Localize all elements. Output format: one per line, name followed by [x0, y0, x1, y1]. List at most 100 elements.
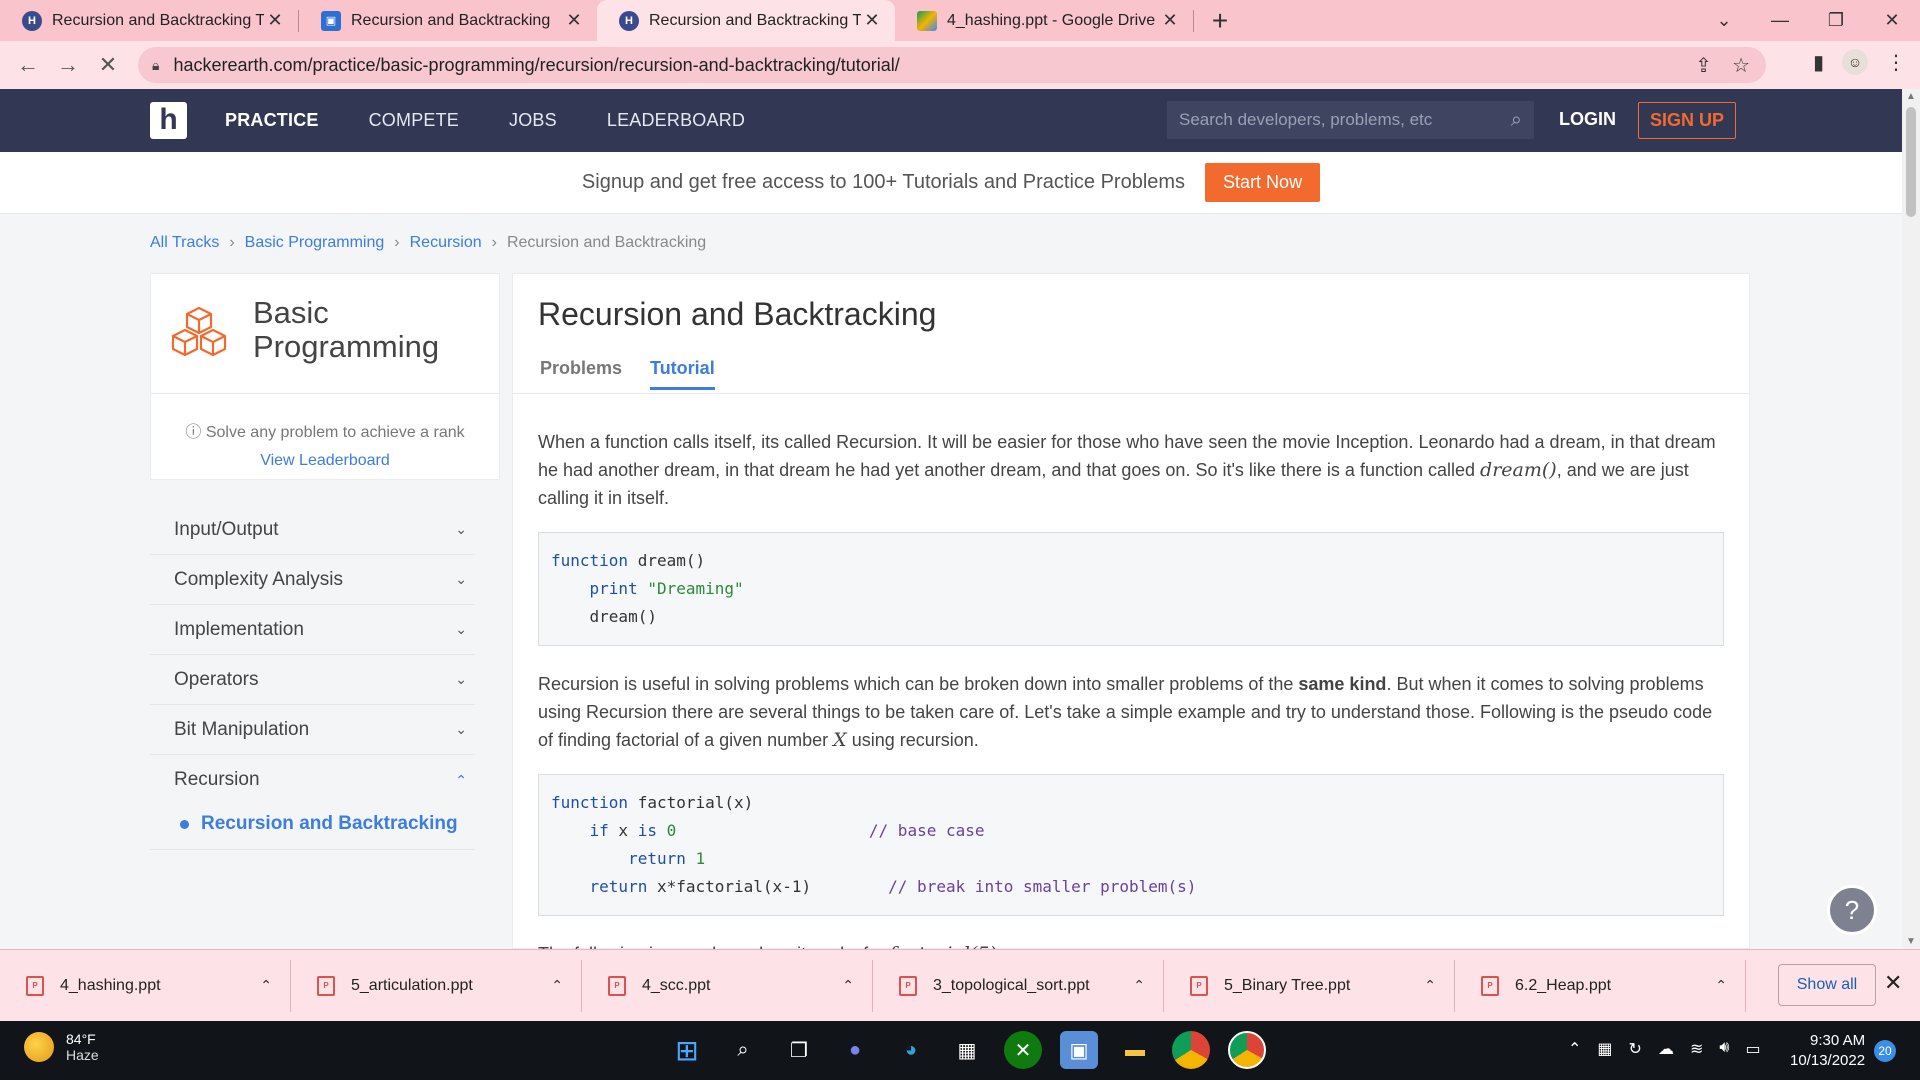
chevron-up-icon[interactable]: ⌃ — [1424, 977, 1436, 994]
login-button[interactable]: LOGIN — [1559, 109, 1616, 130]
chevron-up-icon[interactable]: ⌃ — [260, 977, 272, 994]
browser-tab-2[interactable]: ▣ Recursion and Backtracking ✕ — [299, 0, 597, 41]
topic-bit-manipulation[interactable]: Bit Manipulation ⌄ — [150, 705, 475, 755]
chevron-up-icon[interactable]: ⌃ — [842, 977, 854, 994]
download-item[interactable]: P 5_Binary Tree.ppt ⌃ — [1164, 959, 1455, 1012]
download-item[interactable]: P 3_topological_sort.ppt ⌃ — [873, 959, 1164, 1012]
show-all-downloads-button[interactable]: Show all — [1778, 964, 1876, 1006]
hackerearth-logo[interactable]: h — [150, 102, 187, 139]
google-drive-icon — [917, 10, 937, 31]
view-leaderboard-link[interactable]: View Leaderboard — [151, 452, 499, 470]
breadcrumb-recursion[interactable]: Recursion — [410, 234, 482, 252]
url-field[interactable]: 🔒︎ hackerearth.com/practice/basic-progra… — [138, 47, 1766, 83]
chrome-profile-icon[interactable] — [1228, 1031, 1266, 1069]
code-number: 0 — [666, 821, 677, 840]
side-panel-icon[interactable]: ▮ — [1813, 50, 1824, 75]
notification-badge[interactable]: 20 — [1874, 1040, 1896, 1062]
download-item[interactable]: P 6.2_Heap.ppt ⌃ — [1455, 959, 1746, 1012]
weather-widget[interactable]: 84°F Haze — [24, 1031, 99, 1063]
browser-tab-3-active[interactable]: H Recursion and Backtracking Tuto ✕ — [597, 0, 895, 41]
tab-search-chevron-icon[interactable]: ⌄ — [1696, 10, 1752, 31]
close-tab-icon[interactable]: ✕ — [264, 10, 286, 31]
search-icon[interactable]: ⌕ — [1511, 109, 1522, 132]
tab-title: Recursion and Backtracking Tuto — [649, 11, 861, 29]
windows-start-icon[interactable]: ⊞ — [668, 1031, 706, 1069]
minimize-icon[interactable]: — — [1752, 10, 1808, 31]
code-keyword: return — [589, 877, 648, 896]
weather-condition: Haze — [66, 1047, 99, 1063]
rank-hint: ⓘ Solve any problem to achieve a rank — [151, 418, 499, 442]
nav-jobs[interactable]: JOBS — [509, 110, 557, 131]
topic-label: Recursion — [174, 769, 260, 790]
chevron-up-icon[interactable]: ⌃ — [1133, 977, 1145, 994]
ppt-file-icon: P — [608, 975, 626, 996]
show-hidden-icons-icon[interactable]: ⌃ — [1568, 1039, 1581, 1059]
wifi-icon[interactable]: ≋ — [1690, 1039, 1703, 1059]
chat-icon[interactable]: ● — [836, 1031, 874, 1069]
close-tab-icon[interactable]: ✕ — [1159, 10, 1181, 31]
topic-operators[interactable]: Operators ⌄ — [150, 655, 475, 705]
close-tab-icon[interactable]: ✕ — [861, 10, 883, 31]
code-text: x — [608, 821, 638, 840]
volume-icon[interactable]: 🔊︎ — [1719, 1039, 1729, 1059]
topic-implementation[interactable]: Implementation ⌄ — [150, 605, 475, 655]
download-item[interactable]: P 4_hashing.ppt ⌃ — [0, 959, 291, 1012]
bookmark-star-icon[interactable]: ☆ — [1732, 53, 1750, 78]
xbox-icon[interactable]: ✕ — [1004, 1031, 1042, 1069]
download-item[interactable]: P 4_scc.ppt ⌃ — [582, 959, 873, 1012]
photos-icon[interactable]: ▣ — [1060, 1031, 1098, 1069]
subtopic-recursion-and-backtracking[interactable]: Recursion and Backtracking — [150, 805, 475, 850]
breadcrumb-all-tracks[interactable]: All Tracks — [150, 234, 219, 252]
close-tab-icon[interactable]: ✕ — [563, 10, 585, 31]
share-icon[interactable]: ⇪ — [1695, 53, 1712, 78]
battery-icon[interactable]: ▭ — [1745, 1039, 1760, 1059]
chrome-icon[interactable] — [1172, 1031, 1210, 1069]
topic-recursion[interactable]: Recursion ⌃ — [150, 755, 475, 805]
tab-problems[interactable]: Problems — [540, 358, 622, 390]
site-search-input[interactable]: Search developers, problems, etc ⌕ — [1167, 101, 1534, 139]
search-icon[interactable]: ⌕ — [724, 1031, 762, 1069]
menu-dots-icon[interactable]: ⋮ — [1886, 50, 1906, 75]
help-button[interactable]: ? — [1827, 885, 1877, 935]
scroll-up-icon[interactable]: ▲ — [1902, 91, 1920, 102]
nav-practice[interactable]: PRACTICE — [225, 110, 319, 131]
topic-complexity-analysis[interactable]: Complexity Analysis ⌄ — [150, 555, 475, 605]
app-tray-icon[interactable]: ▦ — [1597, 1039, 1612, 1059]
new-tab-button[interactable]: + — [1200, 0, 1240, 41]
breadcrumb-basic-programming[interactable]: Basic Programming — [245, 234, 385, 252]
forward-arrow-icon[interactable]: → — [48, 52, 88, 78]
page-scrollbar[interactable]: ▲ ▼ — [1902, 89, 1920, 949]
edge-icon[interactable]: ◕ — [892, 1031, 930, 1069]
topic-label: Complexity Analysis — [174, 568, 343, 590]
scrollbar-thumb[interactable] — [1906, 107, 1916, 217]
browser-tab-1[interactable]: H Recursion and Backtracking Tuto ✕ — [0, 0, 298, 41]
tab-tutorial[interactable]: Tutorial — [650, 358, 715, 390]
signup-button[interactable]: SIGN UP — [1638, 102, 1736, 139]
track-title-line-1: Basic — [253, 295, 329, 330]
code-comment: // break into smaller problem(s) — [888, 877, 1197, 896]
nav-compete[interactable]: COMPETE — [369, 110, 459, 131]
close-window-icon[interactable]: ✕ — [1864, 10, 1920, 31]
back-arrow-icon[interactable]: ← — [8, 52, 48, 78]
profile-avatar[interactable]: ☺ — [1842, 49, 1868, 75]
chevron-up-icon[interactable]: ⌃ — [551, 977, 563, 994]
download-item[interactable]: P 5_articulation.ppt ⌃ — [291, 959, 582, 1012]
file-explorer-icon[interactable]: ▬ — [1116, 1031, 1154, 1069]
browser-tab-4[interactable]: 4_hashing.ppt - Google Drive ✕ — [895, 0, 1193, 41]
topic-input-output[interactable]: Input/Output ⌄ — [150, 505, 475, 555]
scroll-down-icon[interactable]: ▼ — [1902, 936, 1920, 947]
nav-leaderboard[interactable]: LEADERBOARD — [607, 110, 745, 131]
code-comment: // base case — [868, 821, 985, 840]
start-now-button[interactable]: Start Now — [1205, 163, 1321, 202]
tab-title: Recursion and Backtracking Tuto — [52, 11, 264, 29]
task-view-icon[interactable]: ❐ — [780, 1031, 818, 1069]
chevron-right-icon: › — [229, 234, 235, 251]
stop-loading-icon[interactable]: ✕ — [88, 52, 128, 78]
onedrive-icon[interactable]: ☁ — [1658, 1039, 1674, 1059]
sync-icon[interactable]: ↻ — [1629, 1039, 1642, 1059]
clock[interactable]: 9:30 AM 10/13/2022 — [1790, 1031, 1865, 1071]
chevron-up-icon[interactable]: ⌃ — [1715, 977, 1727, 994]
store-icon[interactable]: ▦ — [948, 1031, 986, 1069]
close-shelf-icon[interactable]: ✕ — [1884, 970, 1902, 996]
restore-icon[interactable]: ❐ — [1808, 10, 1864, 31]
